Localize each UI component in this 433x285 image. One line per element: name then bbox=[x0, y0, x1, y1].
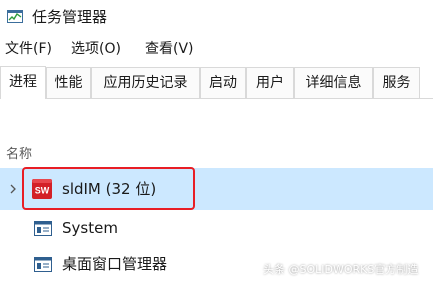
title-bar: 任务管理器 bbox=[0, 0, 433, 34]
window-title: 任务管理器 bbox=[32, 8, 108, 26]
process-name: System bbox=[62, 219, 118, 237]
chevron-right-icon[interactable] bbox=[8, 180, 18, 198]
task-manager-icon bbox=[7, 10, 23, 23]
process-row-system[interactable]: System bbox=[0, 214, 433, 242]
highlight-box bbox=[22, 167, 195, 210]
tab-users[interactable]: 用户 bbox=[246, 67, 294, 98]
menu-view[interactable]: 查看(V) bbox=[145, 38, 194, 60]
process-name: 桌面窗口管理器 bbox=[62, 255, 168, 273]
tab-services[interactable]: 服务 bbox=[373, 67, 420, 98]
column-header-name[interactable]: 名称 bbox=[6, 146, 32, 164]
tab-app-history[interactable]: 应用历史记录 bbox=[91, 67, 200, 98]
menu-options[interactable]: 选项(O) bbox=[71, 38, 121, 60]
menu-file[interactable]: 文件(F) bbox=[5, 38, 52, 60]
tab-details[interactable]: 详细信息 bbox=[294, 67, 373, 98]
tab-processes[interactable]: 进程 bbox=[0, 66, 46, 99]
tab-divider bbox=[0, 98, 433, 99]
system-process-icon bbox=[34, 221, 52, 236]
tab-performance[interactable]: 性能 bbox=[46, 67, 91, 98]
tab-startup[interactable]: 启动 bbox=[200, 67, 246, 98]
watermark: 头条 @SOLIDWORKS官方制造 bbox=[263, 263, 419, 276]
tab-bar: 进程 性能 应用历史记录 启动 用户 详细信息 服务 bbox=[0, 66, 433, 100]
window-process-icon bbox=[34, 257, 52, 272]
